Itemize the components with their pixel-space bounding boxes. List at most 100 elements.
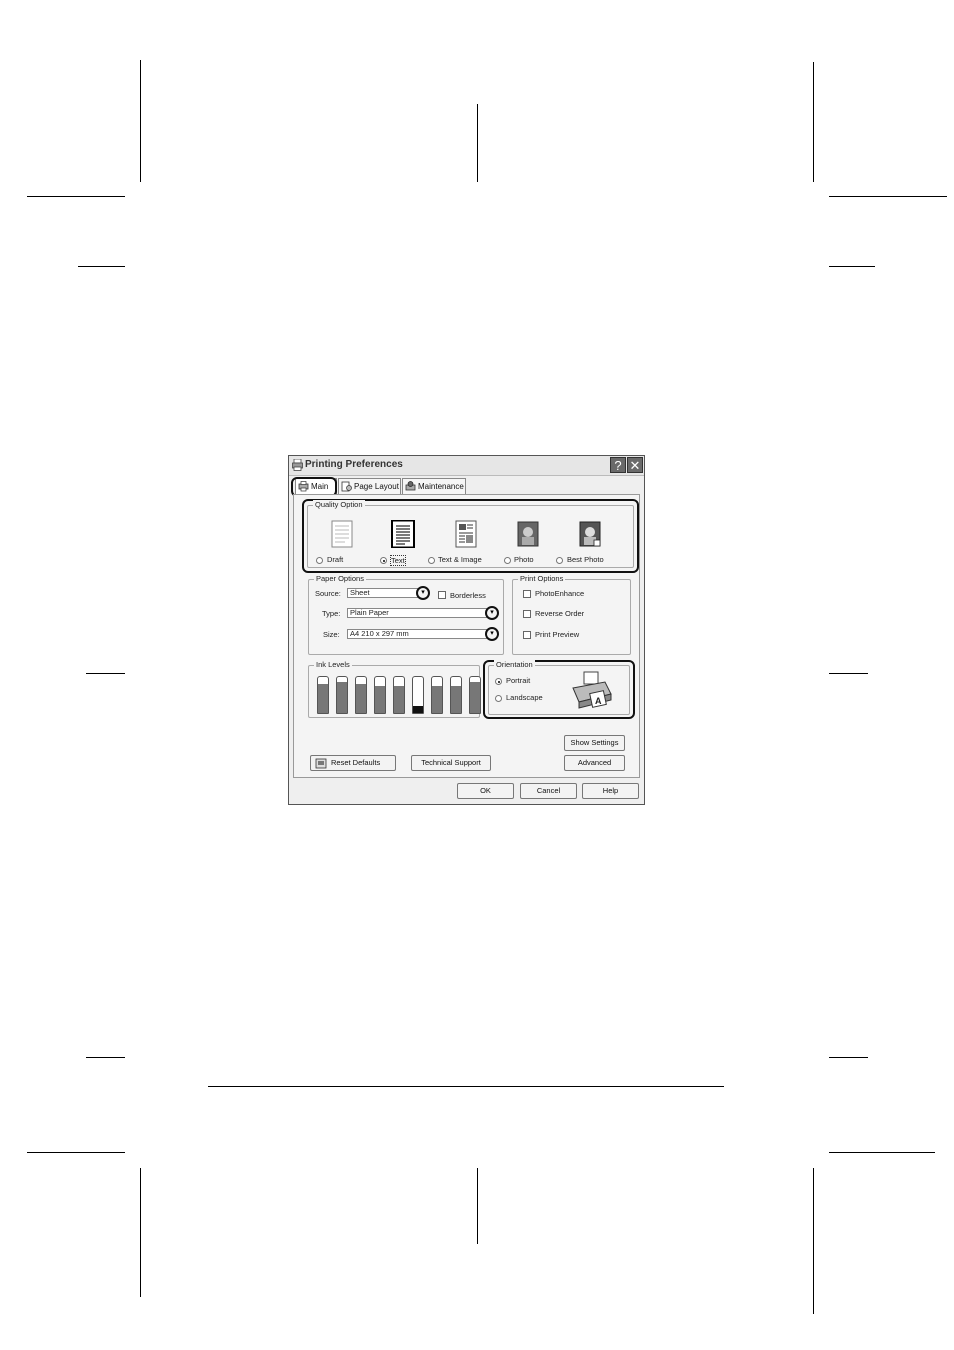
ink-level-fill (318, 684, 328, 713)
crop-mark (829, 196, 947, 197)
chevron-down-icon[interactable]: ▾ (416, 586, 430, 600)
quality-option-label: Quality Option (313, 500, 365, 509)
tab-page-layout[interactable]: Page Layout (338, 478, 401, 494)
print-options-label: Print Options (518, 574, 566, 583)
reverse-order-label: Reverse Order (535, 609, 585, 618)
size-label: Size: (323, 630, 340, 639)
text-label: Text (390, 555, 406, 566)
crop-mark (477, 1168, 478, 1244)
ok-button[interactable]: OK (457, 783, 514, 799)
chevron-down-icon[interactable]: ▾ (485, 606, 499, 620)
ink-level-fill (375, 686, 385, 713)
draft-page-icon (331, 520, 353, 548)
print-options-group: Print Options PhotoEnhance Reverse Order… (512, 574, 631, 655)
draft-label: Draft (327, 555, 344, 564)
cancel-button[interactable]: Cancel (520, 783, 577, 799)
ink-level-fill (394, 686, 404, 713)
draft-radio[interactable] (316, 557, 323, 564)
type-select[interactable]: Plain Paper (347, 608, 487, 618)
ink-cartridge (469, 676, 481, 714)
tab-label: Page Layout (354, 482, 399, 491)
best-photo-label: Best Photo (567, 555, 604, 564)
text-radio[interactable] (380, 557, 387, 564)
ink-cartridge (393, 676, 405, 714)
footer-rule (208, 1086, 724, 1087)
borderless-label: Borderless (450, 591, 486, 600)
type-label: Type: (322, 609, 341, 618)
technical-support-button[interactable]: Technical Support (411, 755, 491, 771)
advanced-button[interactable]: Advanced (564, 755, 625, 771)
ink-levels-group: Ink Levels (308, 660, 481, 718)
crop-mark (813, 1168, 814, 1314)
reset-defaults-label: Reset Defaults (331, 758, 381, 767)
close-button[interactable]: ✕ (627, 457, 643, 473)
photo-icon (517, 521, 539, 547)
photo-label: Photo (514, 555, 534, 564)
main-tab-panel: Quality Option Draft Text Text & Image P… (293, 494, 640, 778)
svg-text:A: A (595, 696, 602, 706)
portrait-label: Portrait (506, 676, 531, 685)
orientation-label: Orientation (494, 660, 535, 669)
crop-mark (829, 673, 868, 674)
print-preview-checkbox[interactable] (523, 631, 531, 639)
help-button[interactable]: Help (582, 783, 639, 799)
chevron-down-icon[interactable]: ▾ (485, 627, 499, 641)
ink-levels-label: Ink Levels (314, 660, 352, 669)
maintenance-icon (405, 481, 416, 491)
page-layout-icon (341, 481, 352, 492)
crop-mark (78, 266, 125, 267)
landscape-radio[interactable] (495, 695, 502, 702)
text-image-radio[interactable] (428, 557, 435, 564)
crop-mark (813, 62, 814, 182)
ink-cartridge (336, 676, 348, 714)
tab-maintenance[interactable]: Maintenance (402, 478, 466, 494)
paper-options-label: Paper Options (314, 574, 366, 583)
paper-options-group: Paper Options Source: Sheet ▾ Borderless… (308, 574, 504, 655)
orientation-group: Orientation Portrait Landscape A (488, 660, 630, 715)
printer-icon (292, 459, 303, 471)
photoenhance-checkbox[interactable] (523, 590, 531, 598)
crop-mark (86, 1057, 125, 1058)
show-settings-button[interactable]: Show Settings (564, 735, 625, 751)
crop-mark (140, 60, 141, 182)
source-select[interactable]: Sheet (347, 588, 419, 598)
ink-level-fill (432, 686, 442, 713)
landscape-label: Landscape (506, 693, 543, 702)
ink-cartridge (450, 676, 462, 714)
ink-cartridge (431, 676, 443, 714)
best-photo-radio[interactable] (556, 557, 563, 564)
ink-cartridge (374, 676, 386, 714)
crop-mark (829, 266, 875, 267)
crop-mark (27, 196, 125, 197)
print-preview-label: Print Preview (535, 630, 580, 639)
help-title-button[interactable]: ? (610, 457, 626, 473)
printer-orientation-icon: A (572, 671, 612, 709)
printing-preferences-dialog: Printing Preferences ? ✕ Main Page Layou… (288, 455, 645, 805)
ink-level-fill (356, 684, 366, 713)
ink-cartridge (412, 676, 424, 714)
crop-mark (86, 673, 125, 674)
text-image-label: Text & Image (438, 555, 482, 564)
crop-mark (477, 104, 478, 182)
dialog-title: Printing Preferences (305, 459, 403, 470)
text-image-page-icon (455, 520, 477, 548)
crop-mark (27, 1152, 125, 1153)
crop-mark (829, 1152, 935, 1153)
best-photo-icon (579, 521, 601, 547)
title-bar: Printing Preferences ? ✕ (289, 456, 644, 476)
quality-option-group: Quality Option Draft Text Text & Image P… (307, 500, 634, 568)
borderless-checkbox[interactable] (438, 591, 446, 599)
photoenhance-label: PhotoEnhance (535, 589, 585, 598)
reverse-order-checkbox[interactable] (523, 610, 531, 618)
text-page-icon (391, 520, 415, 548)
photo-radio[interactable] (504, 557, 511, 564)
ink-level-fill (337, 682, 347, 713)
ink-level-fill (413, 705, 423, 713)
crop-mark (829, 1057, 868, 1058)
reset-defaults-button[interactable]: Reset Defaults (310, 755, 396, 771)
ink-level-fill (451, 686, 461, 713)
source-label: Source: (315, 589, 341, 598)
ink-cartridge (355, 676, 367, 714)
portrait-radio[interactable] (495, 678, 502, 685)
size-select[interactable]: A4 210 x 297 mm (347, 629, 487, 639)
